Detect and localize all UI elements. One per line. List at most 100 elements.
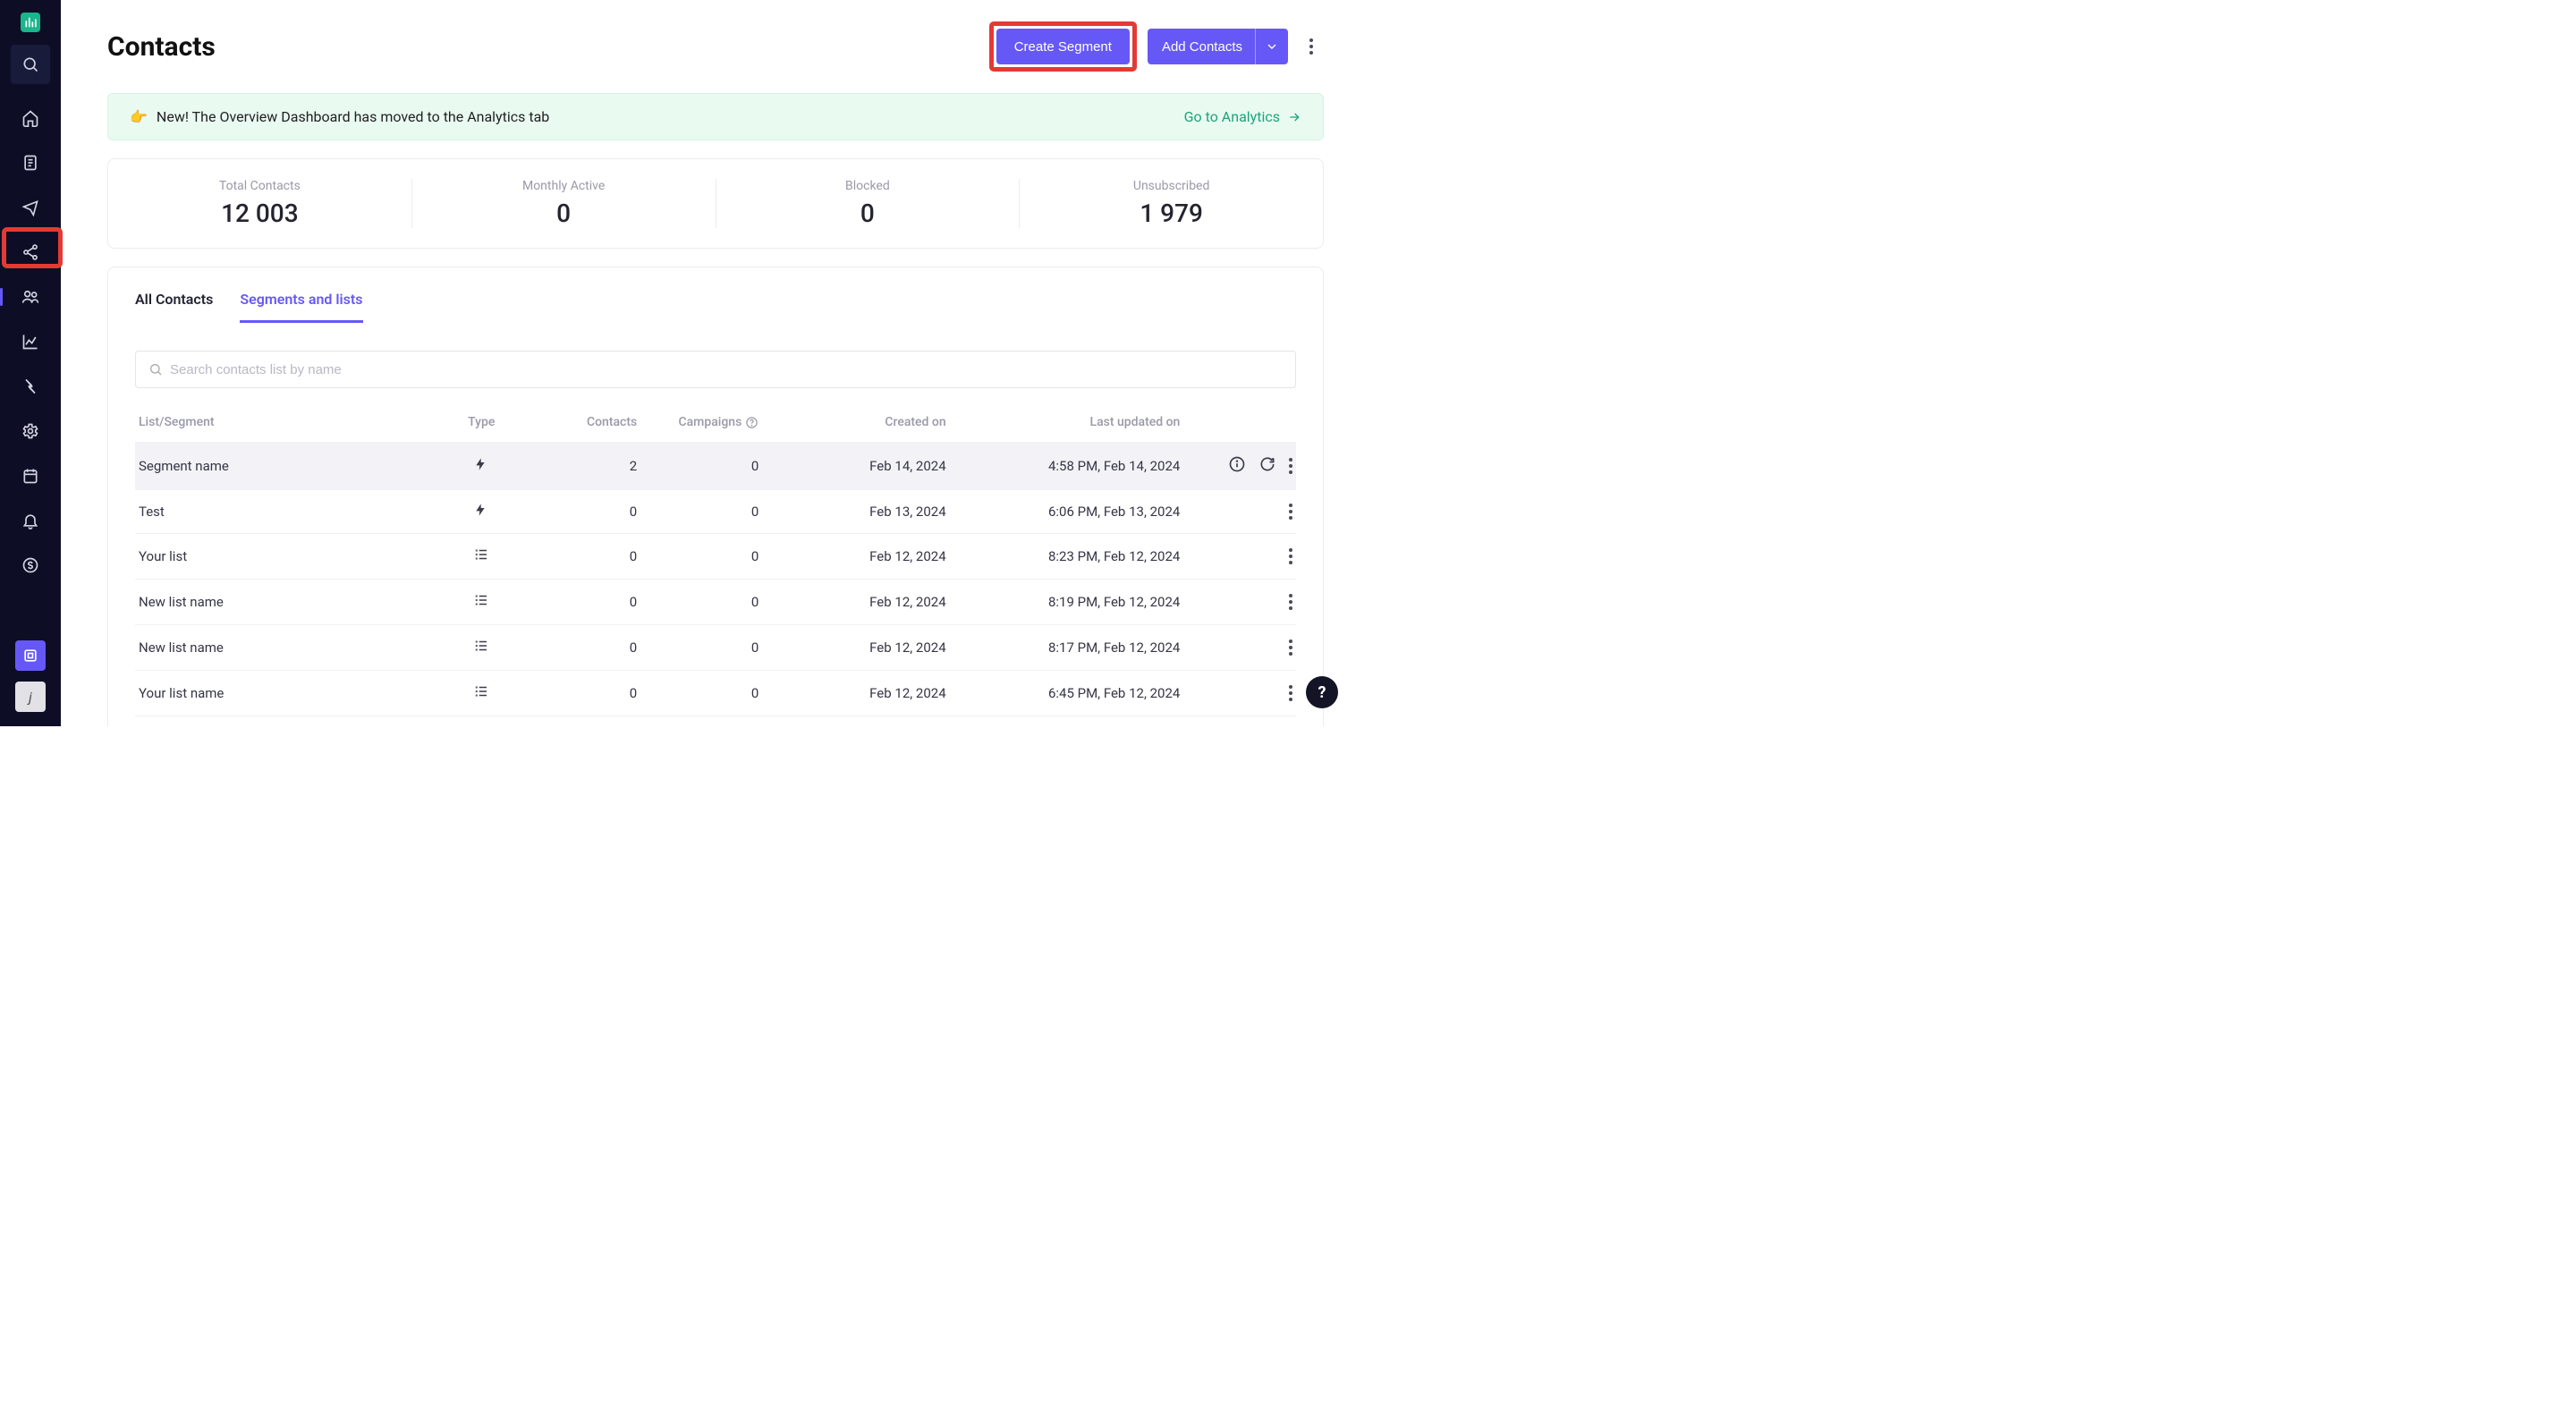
- tab-segments-lists[interactable]: Segments and lists: [240, 291, 362, 323]
- list-icon: [473, 592, 489, 608]
- table-row[interactable]: Your list name00Feb 12, 20246:45 PM, Feb…: [135, 671, 1296, 716]
- table-row[interactable]: Test00Feb 13, 20246:06 PM, Feb 13, 2024: [135, 490, 1296, 534]
- cell-campaigns: 0: [640, 580, 762, 625]
- cell-contacts: 0: [519, 534, 640, 580]
- cell-name: New list name: [135, 580, 444, 625]
- pointing-hand-icon: 👉: [130, 108, 148, 125]
- list-icon: [473, 546, 489, 563]
- table-row[interactable]: Your list00Feb 12, 20248:23 PM, Feb 12, …: [135, 534, 1296, 580]
- search-input[interactable]: [170, 362, 1283, 377]
- tab-all-contacts[interactable]: All Contacts: [135, 291, 213, 323]
- cell-actions: [1183, 490, 1296, 534]
- cell-created: Feb 14, 2024: [762, 443, 949, 490]
- sidebar-item-calendar[interactable]: [11, 462, 50, 490]
- cell-type: [444, 625, 519, 671]
- sidebar-item-notifications[interactable]: [11, 506, 50, 535]
- cell-actions: [1183, 534, 1296, 580]
- table-row[interactable]: Segment name20Feb 14, 20244:58 PM, Feb 1…: [135, 443, 1296, 490]
- cell-created: Feb 13, 2024: [762, 490, 949, 534]
- cell-campaigns: 0: [640, 443, 762, 490]
- create-segment-button[interactable]: Create Segment: [996, 29, 1130, 64]
- cell-name: Segment name: [135, 443, 444, 490]
- segment-icon: [473, 503, 489, 519]
- add-contacts-button[interactable]: Add Contacts: [1148, 29, 1256, 64]
- cell-type: [444, 443, 519, 490]
- search-icon: [148, 362, 163, 377]
- th-created: Created on: [762, 415, 949, 443]
- sidebar-item-templates[interactable]: [11, 148, 50, 177]
- create-segment-highlight: Create Segment: [989, 21, 1137, 72]
- sidebar-item-automations[interactable]: [11, 372, 50, 401]
- help-fab[interactable]: ?: [1306, 676, 1338, 708]
- more-icon: [1309, 38, 1313, 55]
- table-row[interactable]: New list name00Feb 12, 20248:19 PM, Feb …: [135, 580, 1296, 625]
- row-more-button[interactable]: [1289, 504, 1292, 520]
- cell-name: Test: [135, 490, 444, 534]
- th-updated: Last updated on: [950, 415, 1184, 443]
- cell-actions: [1183, 625, 1296, 671]
- cell-created: Feb 12, 2024: [762, 534, 949, 580]
- sidebar-item-campaigns[interactable]: [11, 193, 50, 222]
- row-more-button[interactable]: [1289, 458, 1292, 474]
- cell-updated: 6:45 PM, Feb 12, 2024: [950, 671, 1184, 716]
- sidebar-item-settings[interactable]: [11, 417, 50, 445]
- table-row[interactable]: New list name00Feb 12, 20248:17 PM, Feb …: [135, 625, 1296, 671]
- add-contacts-dropdown: Add Contacts: [1148, 29, 1288, 64]
- help-icon[interactable]: [745, 416, 758, 429]
- main-content: Contacts Create Segment Add Contacts 👉 N…: [61, 0, 1360, 726]
- table-row[interactable]: Test list name00Feb 12, 20246:41 PM, Feb…: [135, 716, 1296, 727]
- cell-type: [444, 534, 519, 580]
- th-campaigns-label: Campaigns: [679, 415, 742, 429]
- stat-label: Blocked: [845, 179, 890, 193]
- cell-created: Feb 12, 2024: [762, 716, 949, 727]
- cell-contacts: 0: [519, 671, 640, 716]
- row-info-button[interactable]: [1228, 455, 1246, 477]
- sidebar-item-contacts[interactable]: [11, 283, 50, 311]
- row-more-button[interactable]: [1289, 548, 1292, 564]
- row-more-icon: [1289, 504, 1292, 520]
- analytics-banner: 👉 New! The Overview Dashboard has moved …: [107, 93, 1324, 140]
- page-header: Contacts Create Segment Add Contacts: [107, 21, 1324, 72]
- header-more-button[interactable]: [1299, 29, 1324, 64]
- cell-name: Your list: [135, 534, 444, 580]
- cell-contacts: 0: [519, 580, 640, 625]
- cell-contacts: 0: [519, 716, 640, 727]
- cell-type: [444, 580, 519, 625]
- row-more-icon: [1289, 594, 1292, 610]
- cell-campaigns: 0: [640, 625, 762, 671]
- sidebar-accent-button[interactable]: [15, 640, 46, 671]
- cell-created: Feb 12, 2024: [762, 580, 949, 625]
- row-refresh-button[interactable]: [1258, 455, 1276, 477]
- th-contacts: Contacts: [519, 415, 640, 443]
- tabs-bar: All Contacts Segments and lists: [135, 291, 1296, 324]
- cell-name: Test list name: [135, 716, 444, 727]
- cell-actions: [1183, 671, 1296, 716]
- add-contacts-chevron[interactable]: [1256, 29, 1288, 64]
- segments-table: List/Segment Type Contacts Campaigns Cre…: [135, 415, 1296, 726]
- list-icon: [473, 683, 489, 699]
- cell-actions: [1183, 716, 1296, 727]
- segments-card: All Contacts Segments and lists List/Seg…: [107, 267, 1324, 726]
- cell-actions: [1183, 580, 1296, 625]
- segment-icon: [473, 457, 489, 473]
- sidebar-search-button[interactable]: [11, 45, 50, 84]
- stat-label: Total Contacts: [219, 179, 301, 193]
- row-more-button[interactable]: [1289, 639, 1292, 656]
- stat-blocked: Blocked 0: [716, 179, 1021, 228]
- th-campaigns: Campaigns: [640, 415, 762, 443]
- app-logo[interactable]: [21, 13, 40, 32]
- stat-value: 0: [556, 199, 571, 228]
- stat-label: Monthly Active: [522, 179, 605, 193]
- sidebar-item-billing[interactable]: [11, 551, 50, 580]
- sidebar-item-share[interactable]: [11, 238, 50, 267]
- stat-monthly-active: Monthly Active 0: [412, 179, 716, 228]
- stat-unsubscribed: Unsubscribed 1 979: [1020, 179, 1323, 228]
- row-more-button[interactable]: [1289, 594, 1292, 610]
- cell-type: [444, 716, 519, 727]
- sidebar-item-analytics[interactable]: [11, 327, 50, 356]
- row-more-button[interactable]: [1289, 685, 1292, 701]
- sidebar-avatar[interactable]: j: [15, 682, 46, 712]
- sidebar-item-home[interactable]: [11, 104, 50, 132]
- go-to-analytics-link[interactable]: Go to Analytics: [1184, 108, 1301, 125]
- cell-actions: [1183, 443, 1296, 490]
